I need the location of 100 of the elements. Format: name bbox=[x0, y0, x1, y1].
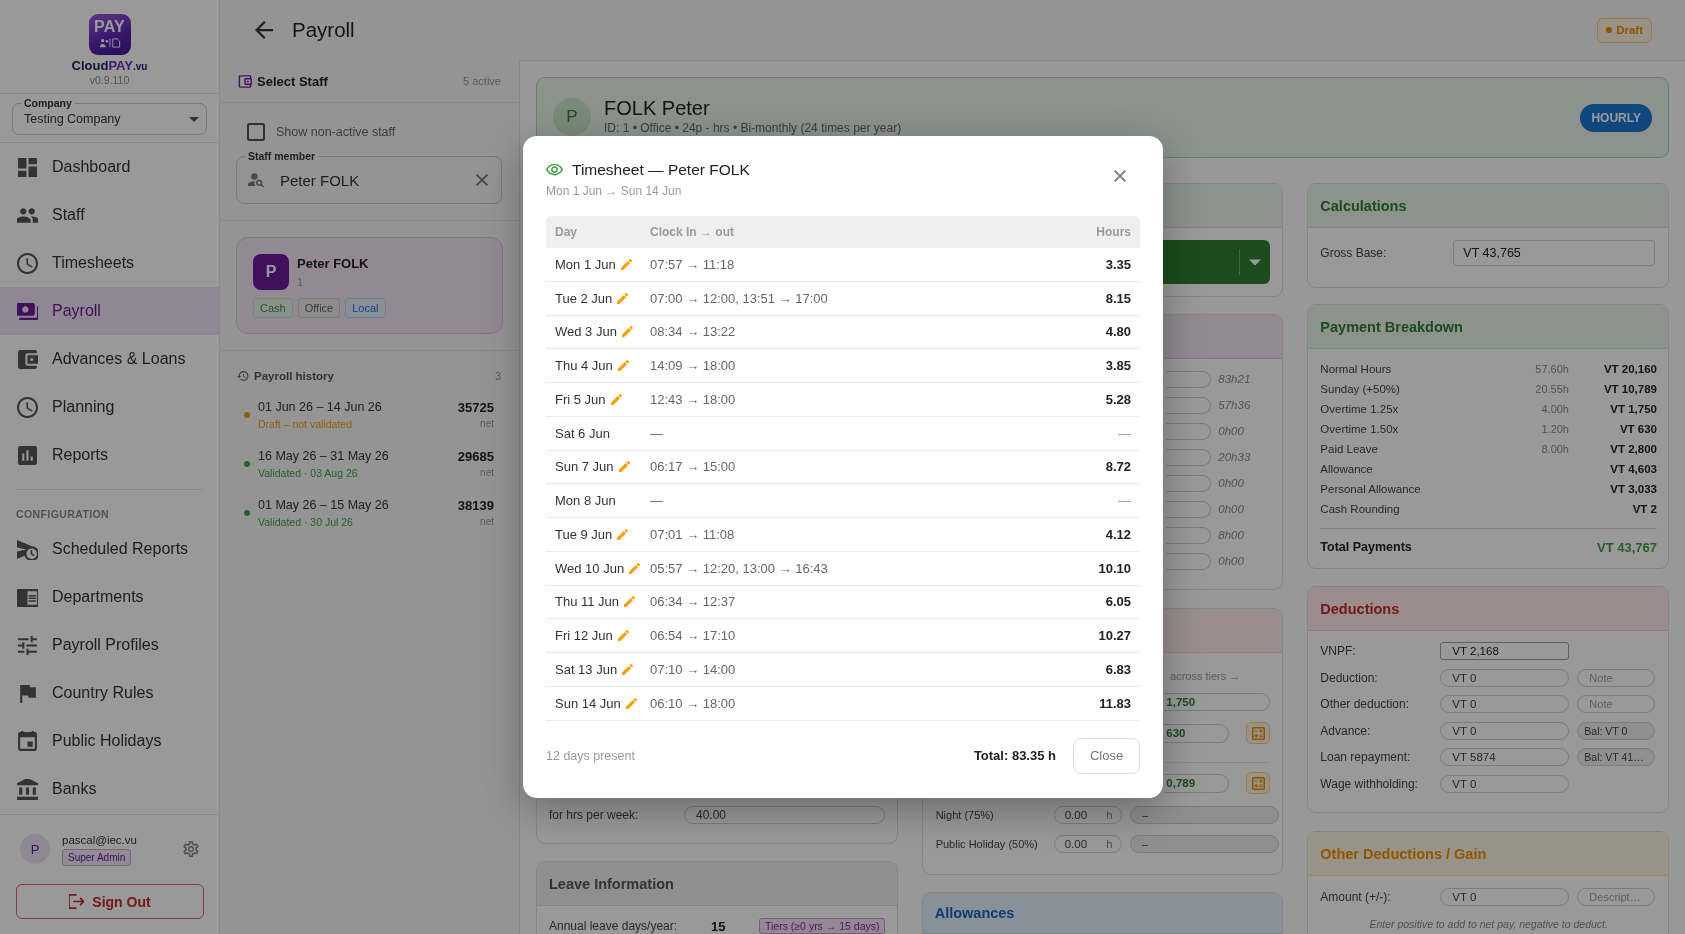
banknote-icon bbox=[17, 300, 38, 322]
amount-input[interactable]: VT 5874 bbox=[1440, 748, 1570, 767]
amount-input[interactable]: VT 0 bbox=[1440, 695, 1570, 714]
breakdown-hours: 1.20h bbox=[1541, 423, 1569, 435]
amount-input[interactable]: – bbox=[1129, 835, 1279, 853]
input-field[interactable] bbox=[1166, 422, 1212, 440]
close-icon[interactable] bbox=[1114, 170, 1126, 182]
total-hours: Total: 83.35 h bbox=[973, 748, 1056, 763]
breakdown-label: Paid Leave bbox=[1320, 443, 1379, 455]
nav-item[interactable]: Dashboard bbox=[0, 143, 219, 191]
amount-input[interactable]: VT 0 bbox=[1440, 721, 1570, 740]
breakdown-label: Allowance bbox=[1320, 463, 1374, 475]
day-label: Tue 9 Jun bbox=[555, 526, 613, 542]
nav-item[interactable]: Banks bbox=[0, 765, 219, 813]
amount-field[interactable]: 1,750 bbox=[1164, 693, 1271, 711]
hours-value: 10.27 bbox=[1097, 628, 1131, 644]
company-select[interactable]: Company Testing Company bbox=[12, 97, 207, 135]
period-text[interactable]: 01 Jun 26 – 14 Jun 26 bbox=[258, 400, 382, 415]
edit-icon[interactable] bbox=[618, 461, 630, 473]
hours-input[interactable]: 0.00 h bbox=[1053, 806, 1122, 824]
field-label: Advance: bbox=[1320, 723, 1372, 738]
breakdown-label: Overtime 1.50x bbox=[1320, 423, 1400, 435]
duration-value: 57h36 bbox=[1218, 399, 1252, 411]
nav-item[interactable]: Country Rules bbox=[0, 669, 219, 717]
hours-input[interactable]: 40.00 bbox=[684, 806, 885, 824]
nav-item[interactable]: Payroll bbox=[0, 287, 219, 335]
amount-field[interactable]: 630 bbox=[1164, 723, 1230, 743]
clock-times: 07:10 → 14:00 bbox=[650, 661, 737, 677]
edit-icon[interactable] bbox=[622, 663, 634, 675]
amount-field[interactable]: 0,789 bbox=[1164, 773, 1230, 793]
checkbox[interactable] bbox=[247, 123, 265, 141]
hours-input[interactable]: 0.00 h bbox=[1053, 835, 1122, 853]
day-label: Fri 12 Jun bbox=[555, 628, 613, 644]
calculate-button[interactable] bbox=[1246, 772, 1271, 794]
input-field[interactable] bbox=[1166, 474, 1212, 492]
amount-input[interactable]: VT 0 bbox=[1440, 668, 1570, 687]
card-header: Calculations bbox=[1308, 184, 1668, 228]
gross-base-field[interactable]: VT 43,765 bbox=[1453, 240, 1656, 266]
unit-label: h bbox=[1106, 809, 1113, 821]
period-text[interactable]: 16 May 26 – 31 May 26 bbox=[258, 449, 389, 464]
nav-item[interactable]: Departments bbox=[0, 573, 219, 621]
sign-out-button[interactable]: Sign Out bbox=[16, 884, 204, 919]
note-input[interactable]: Note bbox=[1577, 668, 1656, 687]
hours-value: 10.10 bbox=[1097, 560, 1131, 576]
nav-item[interactable]: Scheduled Reports bbox=[0, 525, 219, 573]
edit-icon[interactable] bbox=[617, 528, 629, 540]
net-amount: 29685 bbox=[457, 449, 494, 464]
nav-item[interactable]: Public Holidays bbox=[0, 717, 219, 765]
back-arrow-icon[interactable] bbox=[255, 21, 273, 39]
staff-tag: Office bbox=[297, 298, 341, 318]
staff-tag: Cash bbox=[253, 298, 293, 318]
amount-input[interactable]: VT 2,168 bbox=[1440, 642, 1570, 661]
nav-item[interactable]: Reports bbox=[0, 431, 219, 479]
description-input[interactable]: Descript… bbox=[1577, 888, 1656, 906]
edit-icon[interactable] bbox=[629, 562, 641, 574]
amount-input[interactable]: – bbox=[1129, 806, 1279, 824]
input-field[interactable] bbox=[1166, 370, 1212, 388]
nav-item[interactable]: Staff bbox=[0, 191, 219, 239]
edit-icon[interactable] bbox=[625, 697, 637, 709]
status-text: Validated · 03 Aug 26 bbox=[258, 466, 359, 480]
calculator-icon bbox=[1251, 726, 1265, 740]
calculator-icon bbox=[1251, 776, 1265, 790]
close-button[interactable]: Close bbox=[1073, 737, 1140, 774]
nav-item[interactable]: Advances & Loans bbox=[0, 335, 219, 383]
edit-icon[interactable] bbox=[621, 326, 633, 338]
rate-label: Night (75%) bbox=[935, 809, 995, 821]
input-field[interactable] bbox=[1166, 448, 1212, 466]
staff-avatar: P bbox=[253, 254, 289, 290]
caret-icon bbox=[189, 116, 199, 122]
edit-icon[interactable] bbox=[610, 393, 622, 405]
input-field[interactable] bbox=[1166, 500, 1212, 518]
amount-input[interactable]: VT 0 bbox=[1440, 774, 1570, 793]
note-input[interactable]: Note bbox=[1577, 695, 1656, 714]
day-label: Sat 6 Jun bbox=[555, 425, 610, 441]
edit-icon[interactable] bbox=[620, 258, 632, 270]
status-label: Draft bbox=[1616, 24, 1643, 36]
edit-icon[interactable] bbox=[617, 360, 629, 372]
column-header: Clock In → out bbox=[650, 225, 735, 239]
pay-type-pill: HOURLY bbox=[1580, 104, 1652, 132]
summary-text: 12 days present bbox=[546, 748, 635, 763]
balance-field[interactable]: Bal: VT 41… bbox=[1577, 748, 1656, 767]
input-field[interactable] bbox=[1166, 526, 1212, 544]
flag-icon bbox=[17, 682, 38, 704]
edit-icon[interactable] bbox=[617, 292, 629, 304]
hours-value: 5.28 bbox=[1104, 391, 1131, 407]
staff-select[interactable]: Staff member Peter FOLK bbox=[236, 150, 502, 204]
nav-item[interactable]: Payroll Profiles bbox=[0, 621, 219, 669]
calculate-button[interactable] bbox=[1246, 722, 1271, 744]
edit-icon[interactable] bbox=[617, 630, 629, 642]
balance-field[interactable]: Bal: VT 0 bbox=[1577, 721, 1656, 740]
input-field[interactable] bbox=[1166, 552, 1212, 570]
input-field[interactable] bbox=[1166, 396, 1212, 414]
clear-icon[interactable] bbox=[476, 174, 488, 186]
amount-input[interactable]: VT 0 bbox=[1440, 888, 1570, 906]
settings-icon[interactable] bbox=[183, 841, 199, 857]
nav-item[interactable]: Timesheets bbox=[0, 239, 219, 287]
calendar-icon bbox=[17, 730, 38, 752]
nav-item[interactable]: Planning bbox=[0, 383, 219, 431]
edit-icon[interactable] bbox=[624, 596, 636, 608]
period-text[interactable]: 01 May 26 – 15 May 26 bbox=[258, 498, 389, 513]
